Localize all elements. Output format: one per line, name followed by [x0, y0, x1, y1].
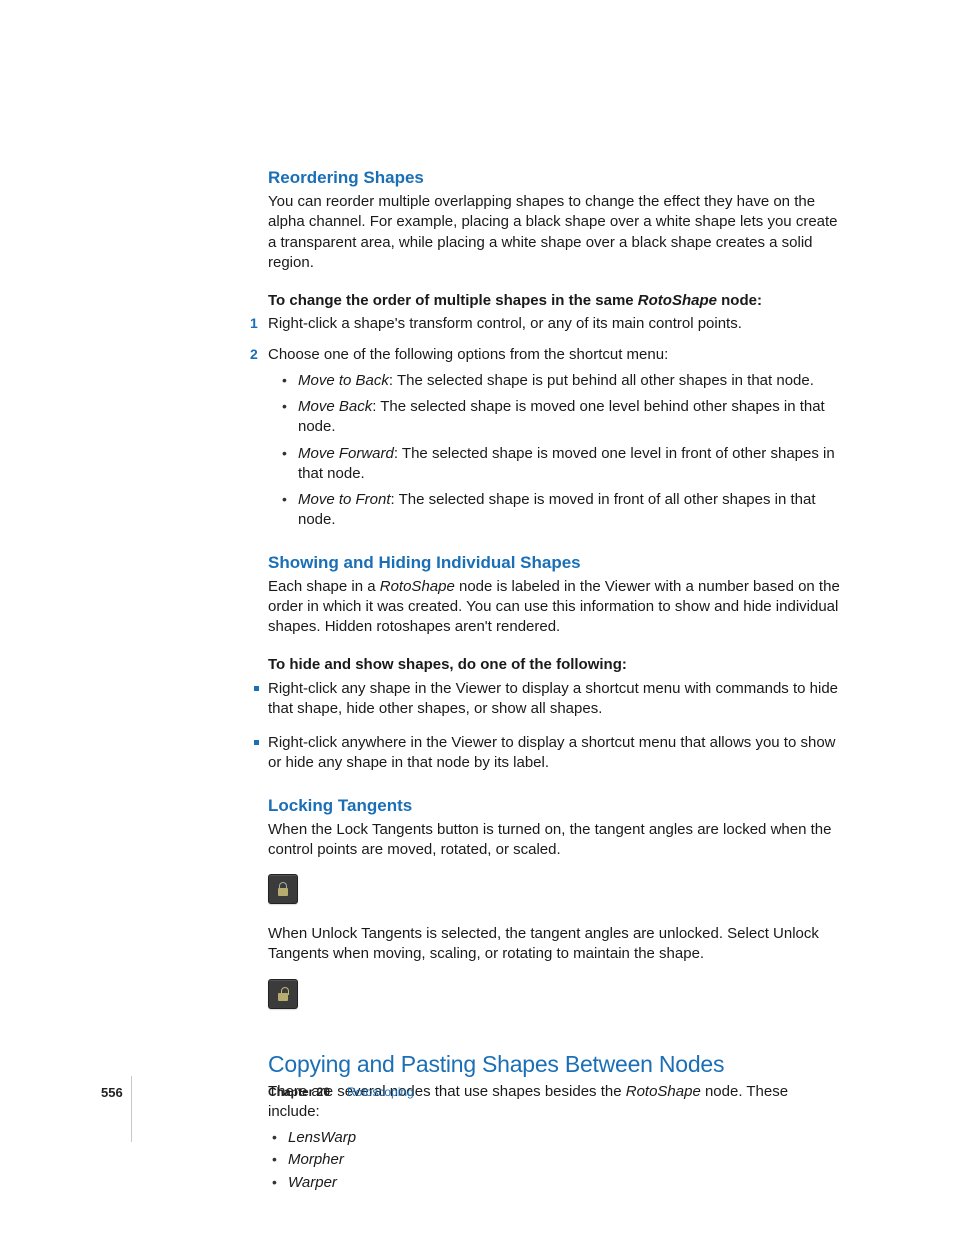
option-move-forward: Move Forward: The selected shape is move… [278, 444, 843, 485]
text-italic: RotoShape [638, 292, 717, 309]
paragraph: You can reorder multiple overlapping sha… [268, 192, 843, 273]
text: node: [717, 292, 762, 309]
step-1: 1 Right-click a shape's transform contro… [268, 314, 843, 334]
bullet-item: Right-click anywhere in the Viewer to di… [268, 733, 843, 774]
page-number: 556 [101, 1085, 123, 1100]
option-name: Move to Front [298, 491, 391, 508]
option-move-to-back: Move to Back: The selected shape is put … [278, 371, 843, 391]
lock-tangents-icon [268, 874, 298, 904]
margin-rule [131, 1076, 132, 1142]
option-name: Move Forward [298, 445, 394, 462]
heading-copy-paste: Copying and Pasting Shapes Between Nodes [268, 1051, 843, 1078]
text-italic: RotoShape [380, 578, 455, 595]
heading-locking-tangents: Locking Tangents [268, 796, 843, 816]
option-name: Move Back [298, 398, 372, 415]
task-heading: To change the order of multiple shapes i… [268, 291, 843, 311]
step-number: 1 [250, 314, 258, 333]
step-2: 2 Choose one of the following options fr… [268, 345, 843, 365]
step-text: Right-click a shape's transform control,… [268, 315, 742, 332]
text: To change the order of multiple shapes i… [268, 292, 638, 309]
chapter-label: Chapter 20 [268, 1085, 330, 1099]
paragraph: When Unlock Tangents is selected, the ta… [268, 924, 843, 965]
option-desc: : The selected shape is put behind all o… [389, 372, 814, 389]
option-name: Move to Back [298, 372, 389, 389]
paragraph: When the Lock Tangents button is turned … [268, 820, 843, 861]
step-number: 2 [250, 345, 258, 364]
page-footer: 556 Chapter 20 Rotoscoping [131, 1085, 866, 1195]
heading-reordering-shapes: Reordering Shapes [268, 168, 843, 188]
step-text: Choose one of the following options from… [268, 346, 668, 363]
heading-showing-hiding: Showing and Hiding Individual Shapes [268, 553, 843, 573]
option-move-back: Move Back: The selected shape is moved o… [278, 397, 843, 438]
text: Each shape in a [268, 578, 380, 595]
chapter-title: Rotoscoping [347, 1085, 414, 1099]
bullet-item: Right-click any shape in the Viewer to d… [268, 679, 843, 720]
option-desc: : The selected shape is moved one level … [298, 398, 825, 435]
unlock-tangents-icon [268, 979, 298, 1009]
task-heading: To hide and show shapes, do one of the f… [268, 655, 843, 675]
option-move-to-front: Move to Front: The selected shape is mov… [278, 490, 843, 531]
paragraph: Each shape in a RotoShape node is labele… [268, 577, 843, 638]
